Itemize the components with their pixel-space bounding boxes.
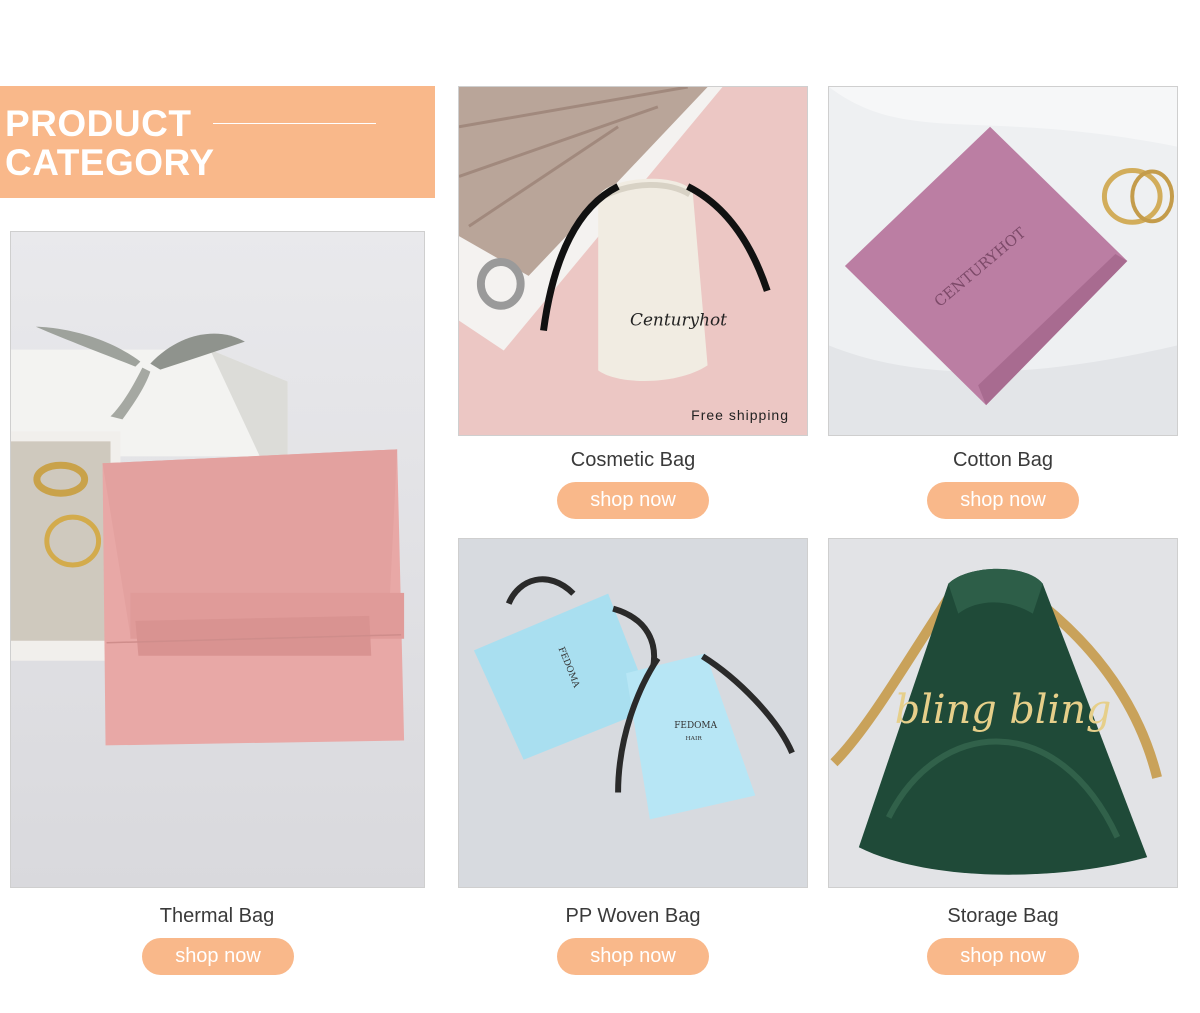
cotton-bag-caption: Cotton Bag xyxy=(952,449,1054,471)
banner-title-line1: PRODUCT xyxy=(5,103,192,144)
cosmetic-bag-caption: Cosmetic Bag xyxy=(570,449,696,471)
thermal-shop-now-button[interactable]: shop now xyxy=(142,938,294,975)
cotton-bag-image[interactable]: CENTURYHOT xyxy=(828,86,1178,436)
cosmetic-shop-now-button[interactable]: shop now xyxy=(557,482,709,519)
free-shipping-label: Free shipping xyxy=(691,407,789,423)
storage-bag-caption: Storage Bag xyxy=(947,905,1059,927)
banner-divider xyxy=(213,123,376,124)
banner-title-line2: CATEGORY xyxy=(5,142,215,183)
cosmetic-bag-image[interactable]: Centuryhot Free shipping xyxy=(458,86,808,436)
cotton-shop-now-button[interactable]: shop now xyxy=(927,482,1079,519)
thermal-bag-image[interactable] xyxy=(10,231,425,888)
thermal-bag-caption: Thermal Bag xyxy=(159,905,275,927)
storage-shop-now-button[interactable]: shop now xyxy=(927,938,1079,975)
banner-title: PRODUCT CATEGORY xyxy=(5,104,215,182)
category-banner: PRODUCT CATEGORY xyxy=(0,86,435,198)
pp-brand-sublabel: HAIR xyxy=(685,735,702,742)
pp-woven-bag-caption: PP Woven Bag xyxy=(565,905,701,927)
storage-bag-image[interactable]: bling bling xyxy=(828,538,1178,888)
pp-woven-shop-now-button[interactable]: shop now xyxy=(557,938,709,975)
pp-woven-bag-image[interactable]: FEDOMA FEDOMA HAIR xyxy=(458,538,808,888)
pp-brand-label-front: FEDOMA xyxy=(674,721,717,731)
storage-brand-label: bling bling xyxy=(895,687,1112,733)
cosmetic-brand-label: Centuryhot xyxy=(630,310,727,330)
